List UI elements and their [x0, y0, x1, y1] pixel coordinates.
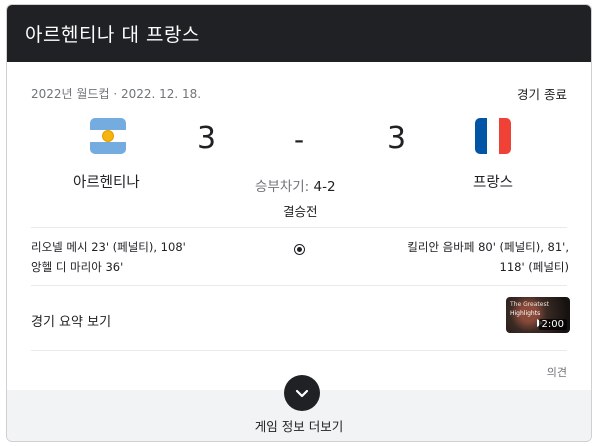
expand-button[interactable] — [284, 375, 320, 411]
match-meta[interactable]: 2022년 월드컵 · 2022. 12. 18. — [31, 85, 201, 102]
divider — [31, 285, 567, 286]
away-scorers: 킬리안 음바페 80' (페널티), 81', 118' (페널티) — [407, 237, 569, 277]
match-title: 아르헨티나 대 프랑스 — [25, 24, 200, 46]
penalty-result: 승부차기: 4-2 — [255, 175, 336, 195]
home-score: 3 — [197, 121, 217, 156]
highlights-video-thumbnail[interactable]: The Greatest Highlights 2:00 — [506, 297, 570, 333]
feedback-link[interactable]: 의견 — [547, 364, 567, 380]
france-flag-icon[interactable] — [475, 118, 511, 154]
soccer-ball-icon — [294, 244, 305, 255]
score-separator: - — [294, 123, 305, 156]
away-team-name[interactable]: 프랑스 — [473, 171, 513, 192]
thumbnail-title: The Greatest — [510, 301, 549, 308]
penalty-score: 4-2 — [313, 179, 336, 195]
away-score: 3 — [387, 121, 407, 156]
card-header: 아르헨티나 대 프랑스 — [7, 5, 591, 62]
home-team-name[interactable]: 아르헨티나 — [73, 171, 140, 192]
divider — [31, 227, 567, 228]
divider — [31, 350, 567, 351]
video-duration: 2:00 — [538, 319, 567, 330]
match-stage: 결승전 — [283, 204, 318, 219]
penalty-label: 승부차기: — [255, 179, 310, 195]
home-scorers: 리오넬 메시 23' (페널티), 108' 앙헬 디 마리아 36' — [31, 237, 186, 277]
away-scorer-line: 킬리안 음바페 80' (페널티), 81', — [407, 240, 569, 254]
away-scorer-line: 118' (페널티) — [499, 260, 569, 274]
home-scorer-line: 앙헬 디 마리아 36' — [31, 260, 124, 274]
home-scorer-line: 리오넬 메시 23' (페널티), 108' — [31, 240, 186, 254]
argentina-flag-icon[interactable] — [90, 118, 126, 154]
match-status: 경기 종료 — [517, 87, 567, 102]
chevron-down-icon — [295, 389, 309, 398]
more-info-link[interactable]: 게임 정보 더보기 — [7, 416, 591, 435]
thumbnail-caption: Highlights — [510, 310, 541, 317]
sun-icon — [103, 131, 113, 141]
highlights-link[interactable]: 경기 요약 보기 — [31, 311, 111, 330]
match-card: 아르헨티나 대 프랑스 2022년 월드컵 · 2022. 12. 18. 경기… — [6, 4, 592, 442]
